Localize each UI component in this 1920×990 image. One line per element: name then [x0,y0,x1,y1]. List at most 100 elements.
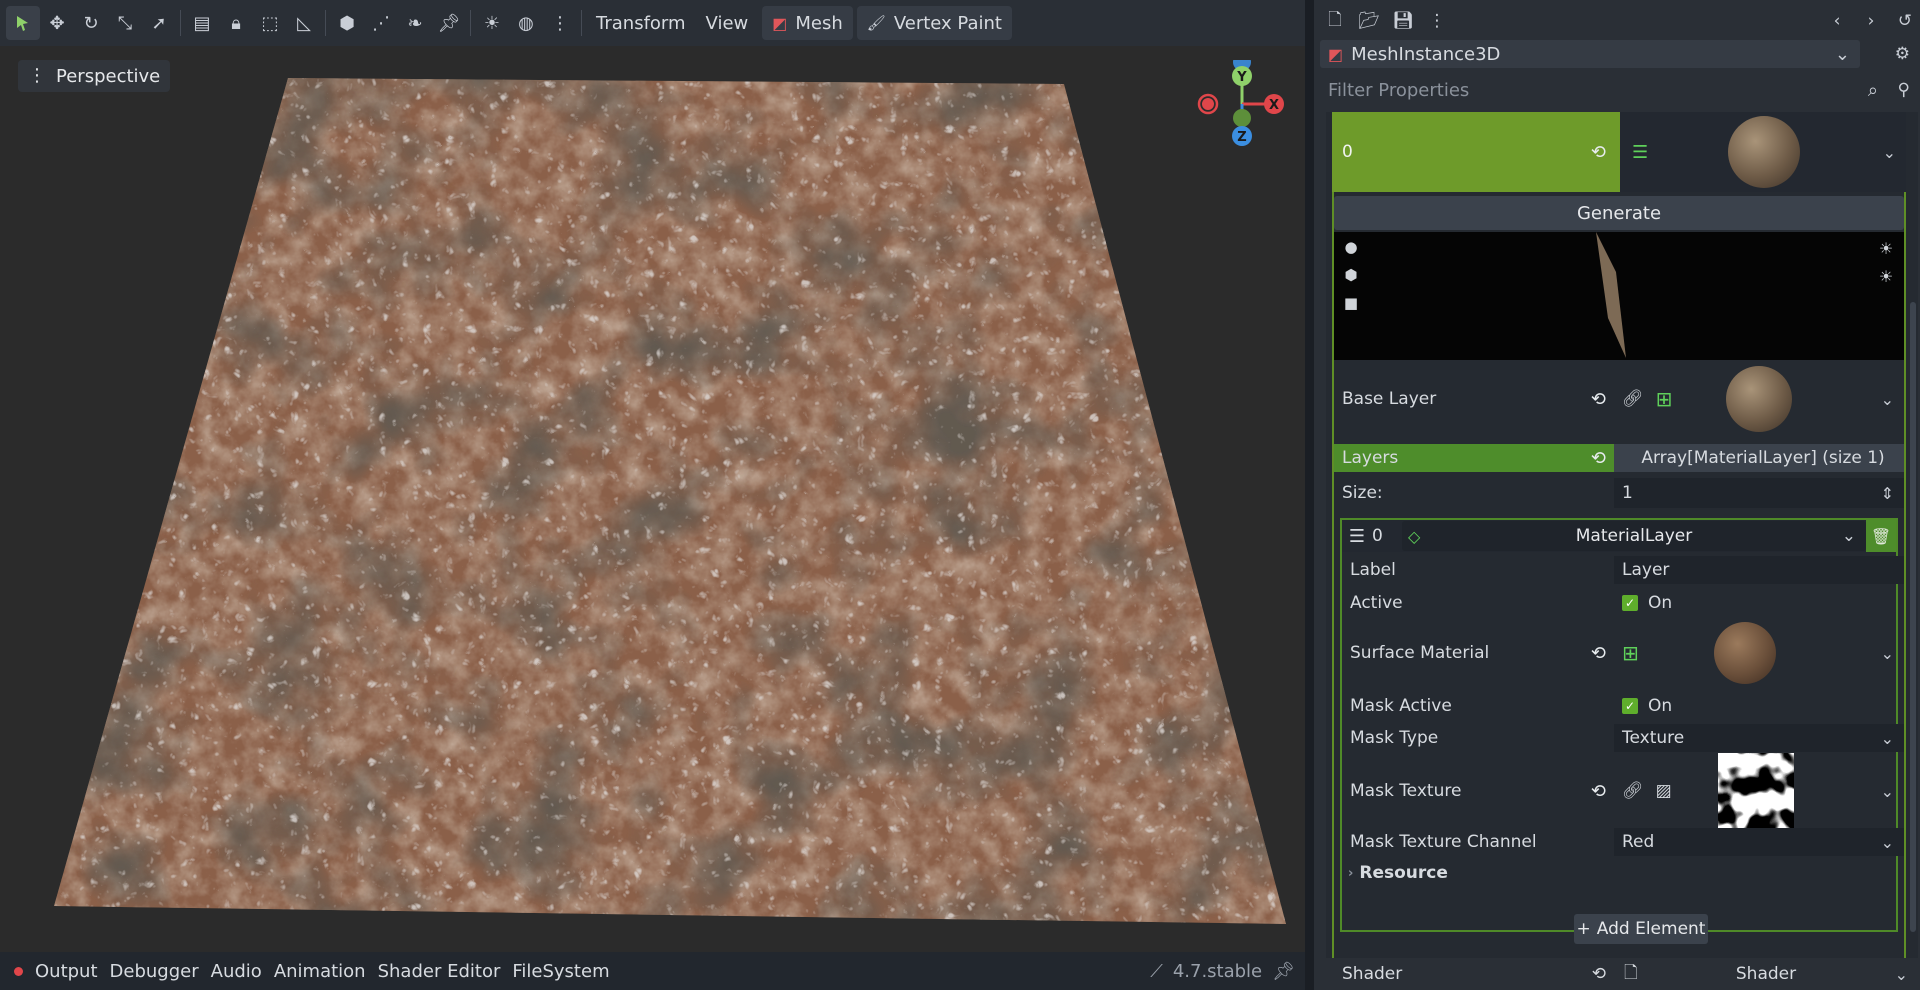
resource-section-row[interactable]: › Resource [1334,860,1904,886]
checkmark-icon: ✓ [1622,595,1638,611]
spinner-arrows-icon[interactable]: ⇕ [1881,484,1894,503]
filter-properties-input[interactable]: Filter Properties ⌕ [1320,76,1884,104]
revert-icon[interactable]: ⟲ [1591,781,1606,802]
tab-shader-editor[interactable]: Shader Editor [372,961,507,982]
active-checkbox[interactable]: ✓ On [1614,588,1904,618]
tab-debugger[interactable]: Debugger [104,961,205,982]
mask-texture-row: Mask Texture ⟲ 🔗︎ ▨ ⌄ [1334,753,1904,829]
revert-icon[interactable]: ⟲ [1591,643,1606,664]
layers-array-button[interactable]: Array[MaterialLayer] (size 1) [1614,444,1904,472]
active-value: On [1648,593,1673,613]
sun-icon[interactable]: ☀ [475,6,509,40]
label-input[interactable]: Layer [1614,556,1904,584]
layers-label-cell: Layers ⟲ [1334,444,1614,472]
surface-material-label: Surface Material [1350,643,1490,663]
3d-viewport[interactable]: ⋮ Perspective Y X Z [0,46,1305,952]
mask-type-row: Mask Type Texture ⌄ [1334,724,1904,752]
base-layer-value[interactable]: 🔗︎ ⊞ ⌄ [1614,364,1904,434]
orientation-gizmo[interactable]: Y X Z [1190,60,1290,150]
mask-texture-value[interactable]: 🔗︎ ▨ ⌄ [1614,753,1904,829]
delete-element-icon[interactable]: 🗑︎ [1866,520,1896,552]
size-value: 1 [1622,483,1633,503]
chevron-down-icon: ⌄ [1894,964,1908,984]
revert-icon[interactable]: ⟲ [1591,142,1606,163]
object-properties-icon[interactable]: ⚙ [1895,44,1910,64]
transform-menu[interactable]: Transform [586,6,696,40]
resource-section[interactable]: › Resource [1334,860,1614,886]
toolbar-divider [581,10,582,36]
element-resource-selector[interactable]: ◇ MaterialLayer ⌄ [1402,521,1866,551]
generate-button[interactable]: Generate [1334,196,1904,230]
rotate-mode-icon[interactable]: ↻ [74,6,108,40]
chevron-down-icon[interactable]: ⌄ [1881,782,1894,801]
list-select-icon[interactable]: ➚ [142,6,176,40]
node-selector[interactable]: ◩ MeshInstance3D ⌄ [1320,40,1860,68]
new-resource-icon[interactable]: 🗋 [1320,6,1350,36]
drag-handle-icon[interactable]: ☰ [1342,520,1372,552]
group-icon[interactable]: ⬚ [253,6,287,40]
status-area: ⟋ 4.7.stable 📌︎ [1150,961,1305,982]
revert-icon[interactable]: ⟲ [1591,448,1606,469]
surface-material-override-row: 0 ⟲ ☰ ⌄ [1332,112,1906,192]
tab-animation[interactable]: Animation [268,961,372,982]
godot-editor: ✥ ↻ ⤡ ➚ ▤ 🔒︎ ⬚ ◺ ⬢ ⋰ ❧ 📌︎ ☀ ◍ ⋮ Transfor… [0,0,1920,990]
lock-icon[interactable]: 🔒︎ [219,6,253,40]
tab-output[interactable]: Output [29,961,104,982]
mask-type-select[interactable]: Texture ⌄ [1614,724,1904,752]
neg-y-handle[interactable] [1233,109,1251,127]
material-value[interactable]: ☰ ⌄ [1620,112,1906,192]
surface-material-sphere-preview [1714,622,1776,684]
globe-icon[interactable]: ◍ [509,6,543,40]
z-label: Z [1237,130,1246,145]
history-icon[interactable]: ↺ [1890,6,1920,36]
link-icon: 🔗︎ [1622,781,1644,801]
inspector-scrollbar[interactable] [1910,302,1916,932]
leaf-icon[interactable]: ❧ [398,6,432,40]
revert-icon[interactable]: ⟲ [1591,389,1606,410]
surface-material-value[interactable]: ⊞ ⌄ [1614,620,1904,686]
shader-value[interactable]: 🗋 Shader ⌄ [1614,958,1918,990]
save-icon[interactable]: 💾︎ [1388,6,1418,36]
vertex-paint-menu[interactable]: 🖌︎ Vertex Paint [856,6,1012,40]
terrain-mesh [54,78,1286,924]
scale-mode-icon[interactable]: ⤡ [108,6,142,40]
update-spinner-icon[interactable]: ⟋ [1150,961,1163,982]
add-element-button[interactable]: + Add Element [1574,914,1708,944]
skeleton-icon[interactable]: ⋰ [364,6,398,40]
size-spinbox[interactable]: 1 ⇕ [1614,478,1904,508]
revert-icon[interactable]: ⟲ [1592,964,1606,984]
more-options-icon[interactable]: ⋮ [1422,6,1452,36]
tab-filesystem[interactable]: FileSystem [506,961,615,982]
toolbar-divider [325,10,326,36]
measure-icon[interactable]: ◺ [287,6,321,40]
pin-panel-icon[interactable]: 📌︎ [1272,961,1295,982]
cube-icon[interactable]: ⬢ [330,6,364,40]
back-icon[interactable]: ‹ [1822,6,1852,36]
mask-active-value: On [1648,696,1673,716]
perspective-menu[interactable]: ⋮ Perspective [18,60,171,92]
filter-settings-icon[interactable]: ⚲ [1898,80,1910,100]
move-mode-icon[interactable]: ✥ [40,6,74,40]
pin-icon[interactable]: 📌︎ [432,6,466,40]
forward-icon[interactable]: › [1856,6,1886,36]
view-menu[interactable]: View [696,6,759,40]
mask-active-checkbox[interactable]: ✓ On [1614,692,1904,720]
search-icon: ⌕ [1867,79,1878,101]
chevron-down-icon[interactable]: ⌄ [1881,390,1894,409]
select-mode-icon[interactable] [6,6,40,40]
panel-splitter[interactable] [1305,0,1314,990]
mesh-menu[interactable]: ◩ Mesh [762,6,853,40]
shader-label-cell: Shader ⟲ [1326,958,1614,990]
tab-audio[interactable]: Audio [205,961,268,982]
chevron-down-icon: ⌄ [1834,43,1850,65]
open-folder-icon[interactable]: 📂︎ [1354,6,1384,36]
chevron-down-icon[interactable]: ⌄ [1883,143,1896,162]
label-label: Label [1350,560,1396,580]
more-options-icon[interactable]: ⋮ [543,6,577,40]
chevron-down-icon[interactable]: ⌄ [1881,644,1894,663]
checkmark-icon: ✓ [1622,698,1638,714]
mask-channel-select[interactable]: Red ⌄ [1614,828,1904,856]
toolbar-divider [470,10,471,36]
mask-type-value: Texture [1622,728,1685,748]
ruler-icon[interactable]: ▤ [185,6,219,40]
